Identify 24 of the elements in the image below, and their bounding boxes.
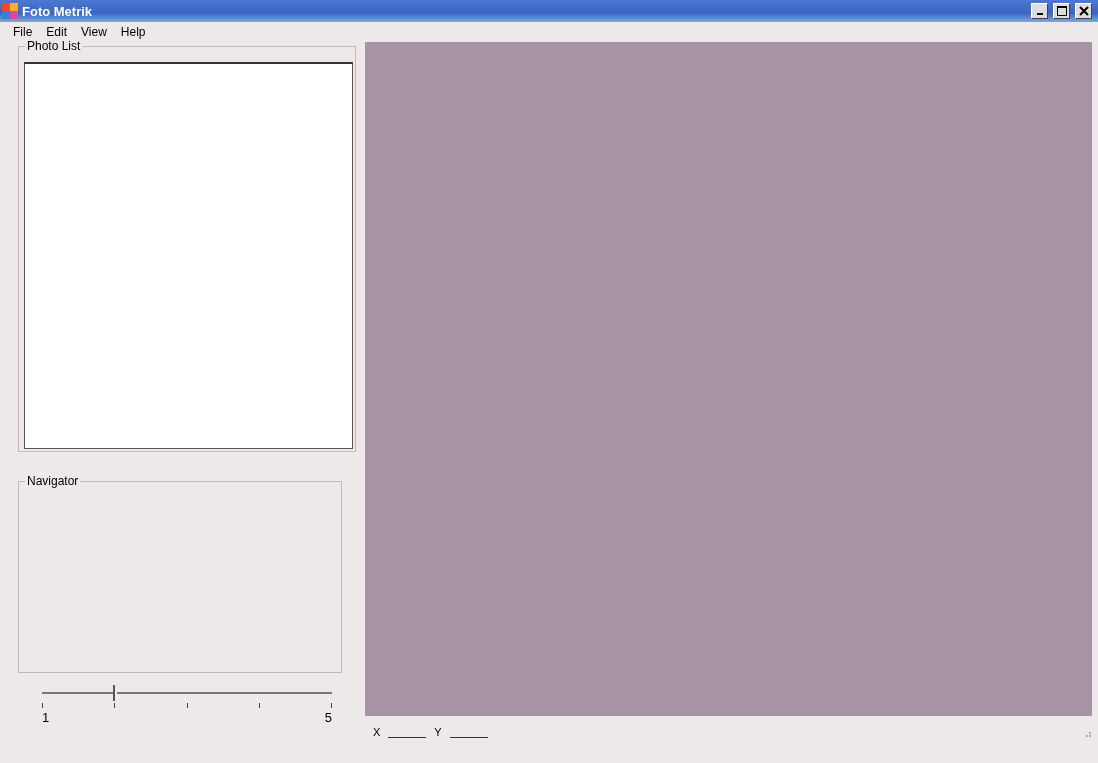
minimize-icon [1036, 13, 1043, 15]
maximize-icon [1056, 6, 1067, 16]
zoom-slider[interactable] [42, 685, 332, 701]
maximize-button[interactable] [1053, 3, 1070, 19]
app-icon [2, 3, 18, 19]
menu-item[interactable]: File [10, 25, 44, 39]
close-button[interactable] [1075, 3, 1092, 19]
slider-tick [258, 703, 260, 708]
slider-tick [42, 703, 43, 708]
group-title: Photo List [25, 39, 83, 53]
slider-max-label: 5 [324, 710, 332, 725]
menu-item[interactable]: View [78, 25, 118, 39]
y-label: Y [434, 726, 442, 738]
slider-tick [186, 703, 188, 708]
x-label: X [373, 726, 381, 738]
close-icon [1078, 6, 1089, 16]
menu-item[interactable]: Help [117, 25, 157, 39]
slider-tick [331, 703, 332, 708]
slider-min-label: 1 [42, 710, 50, 725]
window-title: Foto Metrik [22, 3, 93, 19]
menu-item[interactable]: Edit [43, 25, 79, 39]
minimize-button[interactable] [1031, 3, 1048, 19]
group-title: Navigator [25, 474, 81, 488]
slider-tick [114, 703, 116, 708]
